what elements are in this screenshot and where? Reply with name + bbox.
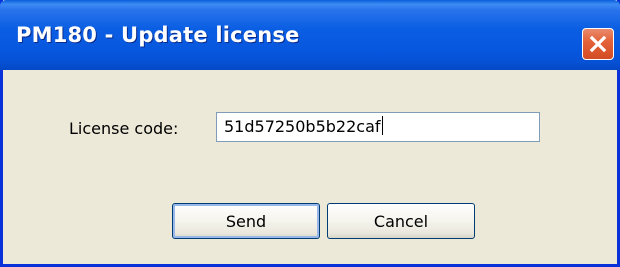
title-bar[interactable]: PM180 - Update license (0, 0, 620, 70)
license-code-input[interactable]: 51d57250b5b22caf (216, 112, 540, 142)
dialog-body: License code: 51d57250b5b22caf Send Canc… (3, 70, 617, 264)
window-title: PM180 - Update license (16, 23, 300, 47)
license-code-value: 51d57250b5b22caf (224, 117, 381, 136)
cancel-button[interactable]: Cancel (327, 203, 475, 239)
text-caret (381, 116, 383, 135)
close-icon (589, 35, 607, 53)
update-license-dialog: PM180 - Update license License code: 51d… (0, 0, 620, 267)
send-button[interactable]: Send (172, 203, 320, 239)
license-code-label: License code: (69, 119, 179, 138)
close-button[interactable] (582, 28, 614, 60)
